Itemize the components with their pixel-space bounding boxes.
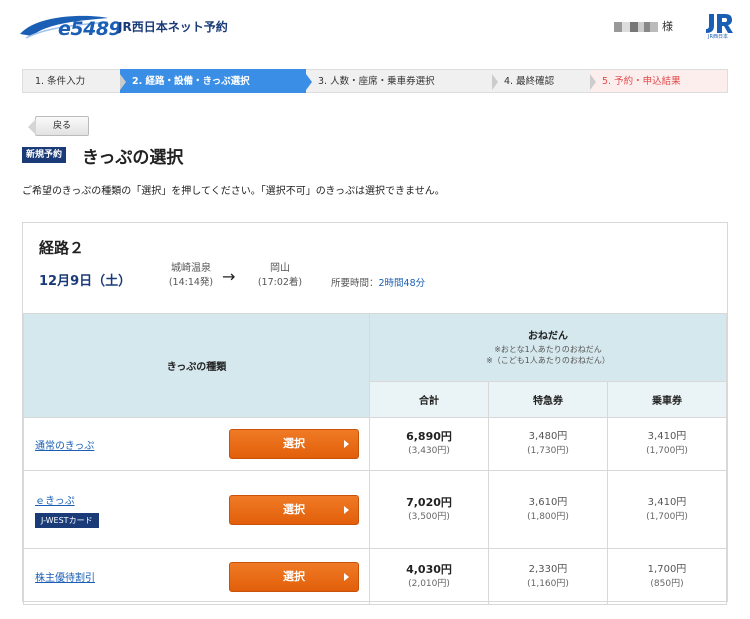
select-button[interactable]: 選択 (229, 561, 359, 592)
express-price-child: (1,800円) (527, 511, 569, 522)
total-price-cell: 7,020円 (3,500円) (369, 470, 489, 549)
price-header-label: おねだん (528, 330, 568, 342)
col-fare-header: 乗車券 (607, 381, 727, 418)
new-reservation-badge: 新規予約 (22, 147, 67, 163)
total-price-cell: 4,030円 (2,010円) (369, 548, 489, 605)
fare-price-cell: 1,700円 (850円) (607, 548, 727, 605)
arrival-station-name: 岡山 (270, 263, 290, 274)
ticket-type-cell: 通常のきっぷ 選択 (23, 417, 370, 471)
site-header: e5489 JR西日本ネット予約 様 JR西日本 (0, 0, 750, 52)
total-price-child: (3,430円) (408, 446, 450, 456)
select-label: 選択 (283, 502, 305, 516)
step-3: 3. 人数・座席・乗車券選択 (306, 69, 498, 93)
step-arrow-icon (120, 74, 126, 90)
ticket-type-cell: ｅきっぷ J-WESTカード 選択 (23, 470, 370, 549)
express-price: 2,330円 (528, 563, 568, 575)
step-2-current: 2. 経路・設備・きっぷ選択 (120, 69, 312, 93)
progress-steps: 1. 条件入力 2. 経路・設備・きっぷ選択 3. 人数・座席・乗車券選択 4.… (22, 69, 728, 93)
step-1: 1. 条件入力 (22, 69, 126, 93)
select-button[interactable]: 選択 (229, 429, 359, 459)
duration-label: 所要時間： (331, 278, 379, 289)
back-button[interactable]: 戻る (28, 116, 89, 136)
express-price-child: (1,730円) (527, 446, 569, 456)
route-date: 12月9日（土） (39, 274, 132, 289)
user-suffix: 様 (662, 20, 673, 33)
ticket-type-link[interactable]: 株主優待割引 (35, 573, 95, 584)
express-price: 3,480円 (528, 431, 568, 442)
col-express-header: 特急券 (488, 381, 608, 418)
instruction-text: ご希望のきっぷの種類の「選択」を押してください。「選択不可」のきっぷは選択できま… (22, 186, 445, 197)
price-note-child: ※（こども1人あたりのおねだん） (486, 355, 610, 365)
total-price: 6,890円 (406, 430, 452, 443)
arrival-station: 岡山 (17:02着) (249, 262, 311, 290)
step-4: 4. 最終確認 (492, 69, 596, 93)
step-5: 5. 予約・申込結果 (590, 69, 728, 93)
ticket-type-cell: 株主優待割引 選択 (23, 548, 370, 605)
e5489-logo[interactable]: e5489 (18, 12, 122, 40)
step-label: 4. 最終確認 (504, 76, 555, 87)
user-name: 様 (614, 18, 673, 34)
chevron-right-icon (344, 440, 349, 448)
total-price: 4,030円 (406, 562, 452, 576)
step-label: 5. 予約・申込結果 (602, 76, 681, 87)
chevron-right-icon (344, 505, 349, 514)
fare-price-child: (850円) (650, 578, 684, 589)
arrival-time: (17:02着) (257, 277, 303, 288)
step-label: 2. 経路・設備・きっぷ選択 (132, 76, 250, 87)
logo-text: e5489 (58, 18, 122, 40)
total-price-cell: 6,890円 (3,430円) (369, 417, 489, 471)
fare-price-cell: 3,410円 (1,700円) (607, 470, 727, 549)
fare-price: 3,410円 (647, 496, 687, 508)
step-arrow-icon (590, 74, 596, 90)
select-button[interactable]: 選択 (229, 494, 359, 525)
brand-name: JR西日本ネット予約 (118, 20, 228, 34)
total-price-child: (3,500円) (408, 511, 450, 522)
jwest-card-badge: J-WESTカード (35, 512, 99, 528)
col-total-header: 合計 (369, 381, 489, 418)
travel-duration: 所要時間：2時間48分 (331, 275, 425, 289)
express-price-cell: 2,330円 (1,160円) (488, 548, 608, 605)
table-row: ｅきっぷ J-WESTカード 選択 7,020円 (3,500円) 3,610円 (… (23, 470, 727, 549)
duration-value: 2時間48分 (378, 278, 426, 289)
total-price-child: (2,010円) (408, 578, 450, 589)
jr-logo-text: JR西日本 (708, 34, 728, 40)
step-arrow-icon (306, 74, 312, 90)
departure-station-name: 城崎温泉 (171, 263, 211, 274)
chevron-right-icon (344, 572, 349, 581)
departure-station: 城崎温泉 (14:14発) (163, 262, 219, 290)
fare-price: 1,700円 (647, 563, 687, 575)
route-card: 経路２ 12月9日（土） 城崎温泉 (14:14発) → 岡山 (17:02着)… (22, 222, 728, 605)
express-price-cell: 3,610円 (1,800円) (488, 470, 608, 549)
fare-price: 3,410円 (647, 431, 687, 442)
step-arrow-icon (492, 74, 498, 90)
masked-username (614, 22, 658, 32)
total-price: 7,020円 (406, 495, 452, 509)
express-price-cell: 3,480円 (1,730円) (488, 417, 608, 471)
select-label: 選択 (283, 569, 305, 583)
jr-west-logo: JR西日本 (703, 12, 735, 40)
fare-price-child: (1,700円) (646, 446, 688, 456)
page-title: きっぷの選択 (82, 148, 184, 168)
route-arrow-icon: → (222, 267, 236, 286)
route-title: 経路２ (39, 239, 85, 257)
ticket-type-link[interactable]: ｅきっぷ (35, 496, 75, 507)
price-note-adult: ※おとな1人あたりのおねだん (494, 344, 602, 354)
table-row: 通常のきっぷ 選択 6,890円 (3,430円) 3,480円 (1,730円) … (23, 417, 727, 471)
ticket-type-link[interactable]: 通常のきっぷ (35, 441, 94, 452)
fare-price-cell: 3,410円 (1,700円) (607, 417, 727, 471)
ticket-type-header: きっぷの種類 (23, 313, 370, 418)
step-label: 1. 条件入力 (35, 76, 86, 87)
express-price: 3,610円 (528, 496, 568, 508)
step-label: 3. 人数・座席・乗車券選択 (318, 76, 435, 87)
price-header: おねだん ※おとな1人あたりのおねだん ※（こども1人あたりのおねだん） (369, 313, 727, 382)
fare-table: きっぷの種類 おねだん ※おとな1人あたりのおねだん ※（こども1人あたりのおね… (23, 313, 727, 605)
table-row: 株主優待割引 選択 4,030円 (2,010円) 2,330円 (1,160円) … (23, 548, 727, 605)
select-label: 選択 (283, 437, 305, 450)
fare-price-child: (1,700円) (646, 511, 688, 522)
express-price-child: (1,160円) (527, 578, 569, 589)
departure-time: (14:14発) (168, 277, 214, 288)
